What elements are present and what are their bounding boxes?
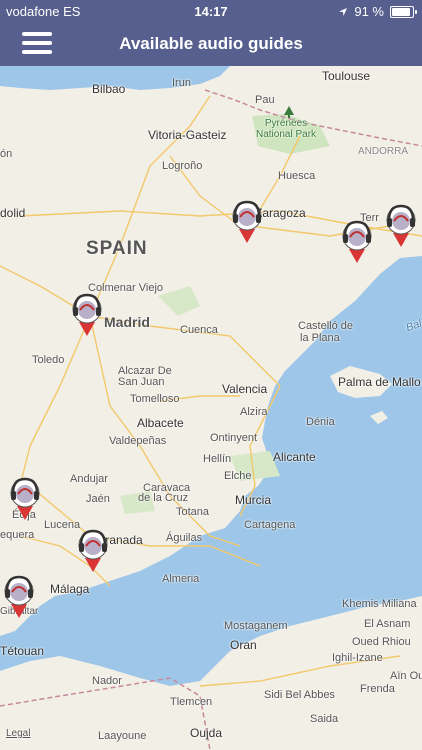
place-label: Almeria bbox=[162, 573, 200, 585]
place-label: equera bbox=[0, 529, 35, 541]
status-bar: vodafone ES 14:17 91 % bbox=[0, 0, 422, 22]
battery-percent: 91 % bbox=[354, 4, 384, 19]
audio-guide-marker-tarragona[interactable] bbox=[340, 219, 374, 263]
status-right: 91 % bbox=[338, 4, 417, 19]
place-label: Laayoune bbox=[98, 730, 147, 742]
place-label: El Asnam bbox=[364, 618, 411, 630]
place-label: Toulouse bbox=[322, 69, 371, 83]
place-label: Elche bbox=[224, 470, 252, 482]
place-label: Mostaganem bbox=[224, 620, 288, 632]
place-label: Oued Rhiou bbox=[352, 636, 411, 648]
audio-guide-marker-gibraltar[interactable] bbox=[2, 574, 36, 618]
headphones-pin-icon bbox=[342, 220, 372, 263]
place-label: Alzira bbox=[240, 406, 268, 418]
navigation-bar: Available audio guides bbox=[0, 22, 422, 66]
headphones-pin-icon bbox=[10, 477, 40, 520]
place-label: Ontinyent bbox=[210, 432, 258, 444]
audio-guide-marker-barcelona[interactable] bbox=[384, 203, 418, 247]
place-label: Albacete bbox=[137, 416, 184, 430]
headphones-pin-icon bbox=[4, 575, 34, 618]
headphones-pin-icon bbox=[232, 200, 262, 243]
place-label: Dénia bbox=[306, 416, 335, 428]
place-label: Huesca bbox=[278, 170, 316, 182]
place-label: Ighil-Izane bbox=[332, 652, 383, 664]
place-label: de la Cruz bbox=[138, 492, 189, 504]
place-label: Nador bbox=[92, 675, 122, 687]
place-label: ANDORRA bbox=[358, 146, 409, 157]
place-label: dolid bbox=[0, 206, 26, 220]
place-label: Pau bbox=[255, 94, 275, 106]
place-label: San Juan bbox=[118, 376, 165, 388]
place-label: Valencia bbox=[222, 382, 268, 396]
place-label: Sidi Bel Abbes bbox=[264, 689, 335, 701]
park-name-line: Pyrénées bbox=[264, 118, 308, 129]
place-label: Tomelloso bbox=[130, 393, 180, 405]
place-label: Cartagena bbox=[244, 519, 296, 531]
place-label: Castelló de bbox=[298, 320, 354, 332]
map-view[interactable]: Irun Toulouse Bilbao Pau Pyrénées Nationa… bbox=[0, 66, 422, 750]
place-label: Logroño bbox=[162, 160, 203, 172]
place-label: Bilbao bbox=[92, 82, 126, 96]
country-label: SPAIN bbox=[86, 238, 148, 259]
audio-guide-marker-granada[interactable] bbox=[76, 528, 110, 572]
place-label: Hellín bbox=[203, 453, 232, 465]
audio-guide-marker-madrid[interactable] bbox=[70, 292, 104, 336]
park-name-line: National Park bbox=[256, 129, 317, 140]
place-label: Lucena bbox=[44, 519, 81, 531]
headphones-pin-icon bbox=[72, 293, 102, 336]
place-label: Oran bbox=[230, 638, 257, 652]
place-label: ón bbox=[0, 148, 13, 160]
place-label: Málaga bbox=[50, 582, 90, 596]
place-label: Jaén bbox=[86, 493, 110, 505]
park-tree-icon bbox=[284, 106, 294, 118]
place-label: Frenda bbox=[360, 683, 395, 695]
place-label: Cuenca bbox=[180, 324, 218, 336]
page-title: Available audio guides bbox=[119, 34, 303, 53]
headphones-pin-icon bbox=[386, 204, 416, 247]
audio-guide-marker-zaragoza[interactable] bbox=[230, 199, 264, 243]
headphones-pin-icon bbox=[78, 529, 108, 572]
place-label: Totana bbox=[176, 506, 210, 518]
place-label: Águilas bbox=[166, 532, 203, 544]
place-label: Irun bbox=[172, 77, 191, 89]
location-arrow-icon bbox=[339, 7, 348, 16]
place-label: Oujda bbox=[190, 726, 223, 740]
place-label: Khemis Miliana bbox=[342, 598, 417, 610]
place-label: Valdepeñas bbox=[109, 435, 167, 447]
place-label: Tétouan bbox=[0, 644, 45, 658]
place-label: Toledo bbox=[32, 354, 65, 366]
place-label: Madrid bbox=[104, 314, 150, 330]
legal-link[interactable]: Legal bbox=[6, 728, 30, 739]
park-label: Pyrénées National Park bbox=[256, 118, 316, 140]
place-label: Murcia bbox=[235, 493, 272, 507]
place-label: Saida bbox=[310, 713, 339, 725]
place-label: Palma de Mallo bbox=[338, 375, 421, 389]
place-label: Vitoria-Gasteiz bbox=[148, 128, 227, 142]
battery-icon bbox=[390, 5, 417, 18]
place-label: Aïn Ou bbox=[390, 670, 422, 682]
place-label: Andujar bbox=[70, 473, 108, 485]
audio-guide-marker-seville[interactable] bbox=[8, 476, 42, 520]
place-label: Tlemcen bbox=[170, 696, 213, 708]
place-label: la Plana bbox=[300, 332, 340, 344]
place-label: Alicante bbox=[273, 450, 316, 464]
